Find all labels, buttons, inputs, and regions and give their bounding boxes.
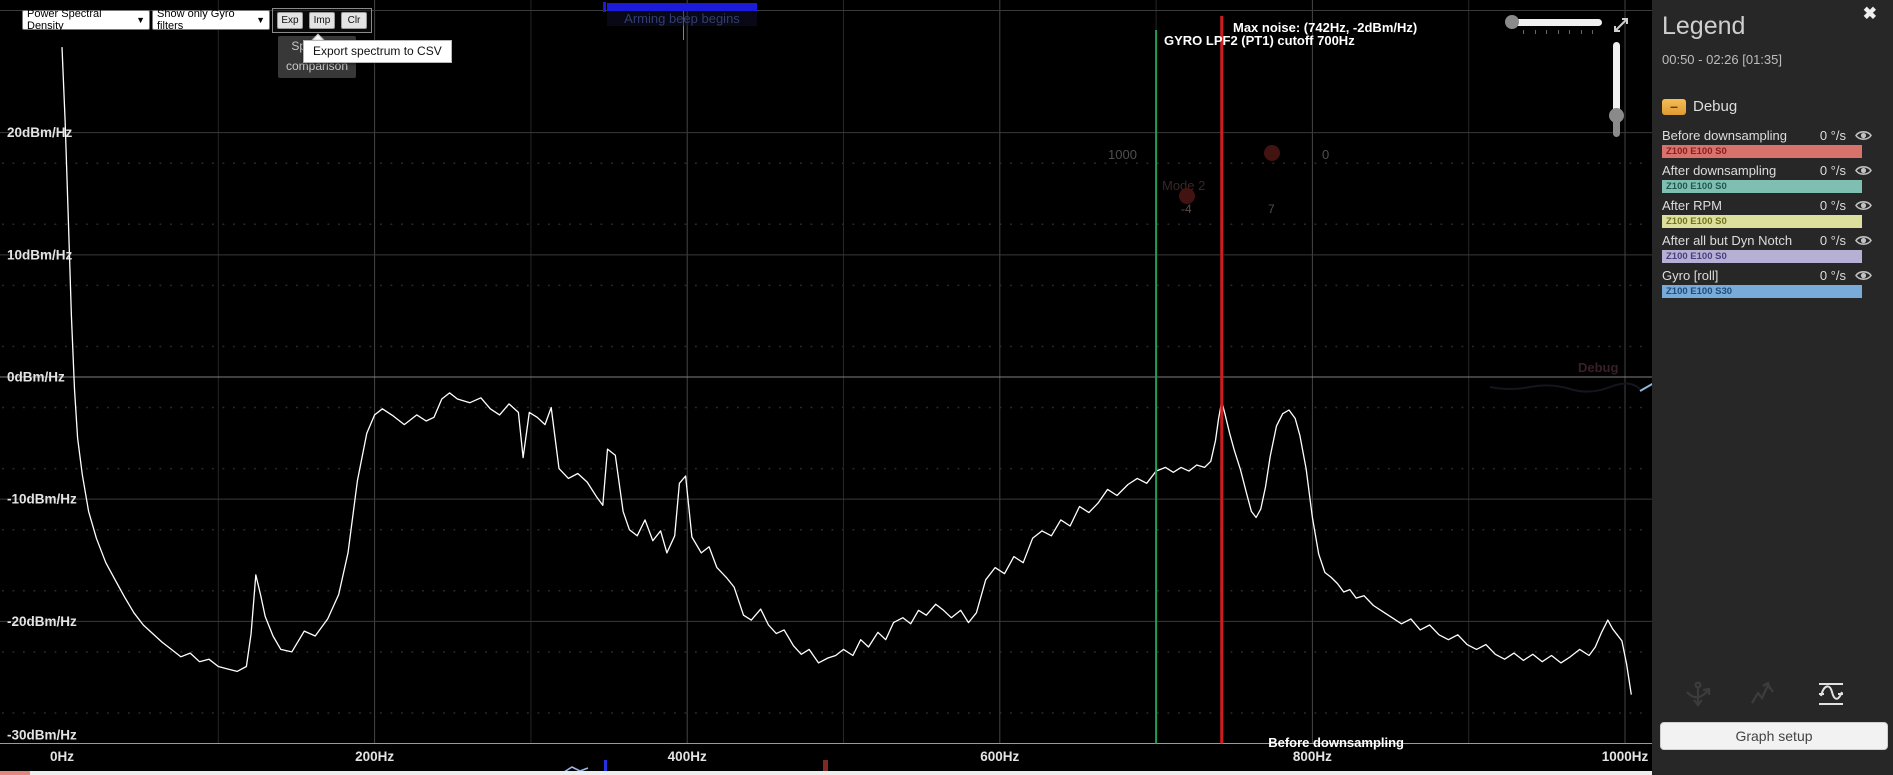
spectrum-type-select[interactable]: Power Spectral Density ▼ bbox=[22, 10, 150, 30]
svg-text:20dBm/Hz: 20dBm/Hz bbox=[7, 125, 73, 140]
zoom-slider-tick bbox=[1546, 30, 1547, 34]
legend-panel: ✖ Legend 00:50 - 02:26 [01:35] – Debug B… bbox=[1652, 0, 1893, 775]
timeline-strip[interactable] bbox=[0, 771, 1652, 775]
vertical-zoom-thumb[interactable] bbox=[1609, 108, 1624, 123]
filter-mode-select-value: Show only Gyro filters bbox=[157, 8, 252, 32]
svg-text:600Hz: 600Hz bbox=[980, 749, 1019, 764]
svg-text:-20dBm/Hz: -20dBm/Hz bbox=[7, 614, 77, 629]
zoom-slider-tick bbox=[1558, 30, 1559, 34]
timeline-event-tick bbox=[823, 760, 828, 771]
clear-button[interactable]: Clr bbox=[341, 12, 367, 29]
lpf-cutoff-label: GYRO LPF2 (PT1) cutoff 700Hz bbox=[1164, 33, 1355, 48]
zoom-waveform-icon[interactable] bbox=[1748, 678, 1780, 710]
legend-entry-curve-settings[interactable]: Z100 E100 S0 bbox=[1662, 215, 1862, 228]
horizontal-zoom-slider[interactable] bbox=[1510, 19, 1602, 26]
vertical-zoom-tail bbox=[1613, 121, 1620, 137]
export-button[interactable]: Exp bbox=[277, 12, 303, 29]
graph-setup-button[interactable]: Graph setup bbox=[1660, 722, 1888, 750]
bg-trace-fragment bbox=[1640, 383, 1652, 391]
legend-entry-value: 0 °/s bbox=[1820, 268, 1846, 283]
chevron-down-icon: ▼ bbox=[256, 15, 265, 25]
svg-text:-10dBm/Hz: -10dBm/Hz bbox=[7, 492, 77, 507]
zoom-slider-tick bbox=[1523, 30, 1524, 34]
zoom-slider-tick bbox=[1581, 30, 1582, 34]
svg-text:10dBm/Hz: 10dBm/Hz bbox=[7, 247, 73, 262]
svg-text:1000Hz: 1000Hz bbox=[1602, 749, 1649, 764]
arming-event-label: Arming beep begins bbox=[607, 11, 757, 26]
import-button[interactable]: Imp bbox=[309, 12, 335, 29]
legend-group-label: Debug bbox=[1693, 98, 1737, 115]
spectrum-type-select-value: Power Spectral Density bbox=[27, 8, 132, 32]
bg-stick-value-left: -4 bbox=[1181, 202, 1192, 216]
group-collapse-toggle[interactable]: – bbox=[1662, 99, 1686, 115]
legend-entry-value: 0 °/s bbox=[1820, 198, 1846, 213]
legend-entry[interactable]: After all but Dyn Notch0 °/s Z100 E100 S0 bbox=[1662, 233, 1872, 268]
filter-mode-select[interactable]: Show only Gyro filters ▼ bbox=[152, 10, 270, 30]
arming-event-bar[interactable] bbox=[607, 3, 757, 11]
legend-entry-curve-settings[interactable]: Z100 E100 S0 bbox=[1662, 250, 1862, 263]
zoom-slider-tick bbox=[1535, 30, 1536, 34]
zoom-vertical-icon[interactable] bbox=[1682, 678, 1714, 710]
eye-visibility-icon[interactable] bbox=[1855, 164, 1872, 177]
legend-entry-label: After RPM bbox=[1662, 198, 1820, 213]
spectrum-analyzer-icon[interactable] bbox=[1814, 678, 1848, 710]
blackbox-spectrum-view: 20dBm/Hz 10dBm/Hz 0dBm/Hz -10dBm/Hz -20dBm/H… bbox=[0, 0, 1893, 775]
timeline-strip-marker bbox=[0, 771, 30, 775]
horizontal-zoom-thumb[interactable] bbox=[1505, 15, 1519, 29]
legend-entry-label: After downsampling bbox=[1662, 163, 1820, 178]
chevron-down-icon: ▼ bbox=[136, 15, 145, 25]
spectrum-curve bbox=[62, 47, 1631, 695]
legend-entry-curve-settings[interactable]: Z100 E100 S0 bbox=[1662, 180, 1862, 193]
export-csv-tooltip: Export spectrum to CSV bbox=[303, 40, 452, 63]
legend-group-row[interactable]: – Debug bbox=[1662, 98, 1737, 115]
legend-entry-label: After all but Dyn Notch bbox=[1662, 233, 1820, 248]
svg-text:400Hz: 400Hz bbox=[668, 749, 707, 764]
legend-entry[interactable]: After downsampling0 °/s Z100 E100 S0 bbox=[1662, 163, 1872, 198]
bg-stick-dot-right bbox=[1264, 145, 1280, 161]
arming-event-tick bbox=[603, 2, 606, 12]
legend-entries: Before downsampling0 °/sZ100 E100 S0Afte… bbox=[1662, 128, 1872, 303]
bg-graph-title: Debug bbox=[1578, 360, 1618, 375]
legend-entry-label: Gyro [roll] bbox=[1662, 268, 1820, 283]
eye-visibility-icon[interactable] bbox=[1855, 234, 1872, 247]
svg-text:200Hz: 200Hz bbox=[355, 749, 394, 764]
eye-visibility-icon[interactable] bbox=[1855, 129, 1872, 142]
legend-entry[interactable]: Before downsampling0 °/s Z100 E100 S0 bbox=[1662, 128, 1872, 163]
spectrum-series-label: Before downsampling bbox=[1268, 735, 1404, 750]
legend-time-range: 00:50 - 02:26 [01:35] bbox=[1662, 52, 1782, 67]
legend-entry-curve-settings[interactable]: Z100 E100 S0 bbox=[1662, 145, 1862, 158]
legend-entry[interactable]: After RPM0 °/s Z100 E100 S0 bbox=[1662, 198, 1872, 233]
legend-title: Legend bbox=[1662, 12, 1745, 41]
legend-entry-curve-settings[interactable]: Z100 E100 S30 bbox=[1662, 285, 1862, 298]
legend-tool-icons bbox=[1652, 678, 1893, 718]
zoom-slider-tick bbox=[1592, 30, 1593, 34]
eye-visibility-icon[interactable] bbox=[1855, 269, 1872, 282]
close-icon[interactable]: ✖ bbox=[1863, 4, 1877, 24]
collapse-spectrum-icon[interactable] bbox=[1609, 13, 1633, 37]
eye-visibility-icon[interactable] bbox=[1855, 199, 1872, 212]
svg-text:0Hz: 0Hz bbox=[50, 749, 74, 764]
bg-stick-value-right: 7 bbox=[1268, 202, 1275, 216]
legend-entry-value: 0 °/s bbox=[1820, 233, 1846, 248]
timeline-arming-tick bbox=[604, 760, 607, 771]
svg-text:-30dBm/Hz: -30dBm/Hz bbox=[7, 728, 77, 743]
legend-entry-label: Before downsampling bbox=[1662, 128, 1820, 143]
svg-text:800Hz: 800Hz bbox=[1293, 749, 1332, 764]
svg-text:0dBm/Hz: 0dBm/Hz bbox=[7, 370, 65, 385]
legend-entry-value: 0 °/s bbox=[1820, 128, 1846, 143]
legend-entry[interactable]: Gyro [roll]0 °/s Z100 E100 S30 bbox=[1662, 268, 1872, 303]
spectrum-chart-region[interactable]: 20dBm/Hz 10dBm/Hz 0dBm/Hz -10dBm/Hz -20dBm/H… bbox=[0, 0, 1652, 775]
bg-right-value: 0 bbox=[1322, 147, 1329, 162]
bg-throttle-value: 1000 bbox=[1108, 147, 1137, 162]
spectrum-io-button-group: Exp Imp Clr bbox=[272, 8, 372, 33]
spectrum-plot-canvas[interactable]: 20dBm/Hz 10dBm/Hz 0dBm/Hz -10dBm/Hz -20dBm/H… bbox=[0, 0, 1652, 775]
zoom-slider-tick bbox=[1569, 30, 1570, 34]
legend-entry-value: 0 °/s bbox=[1820, 163, 1846, 178]
